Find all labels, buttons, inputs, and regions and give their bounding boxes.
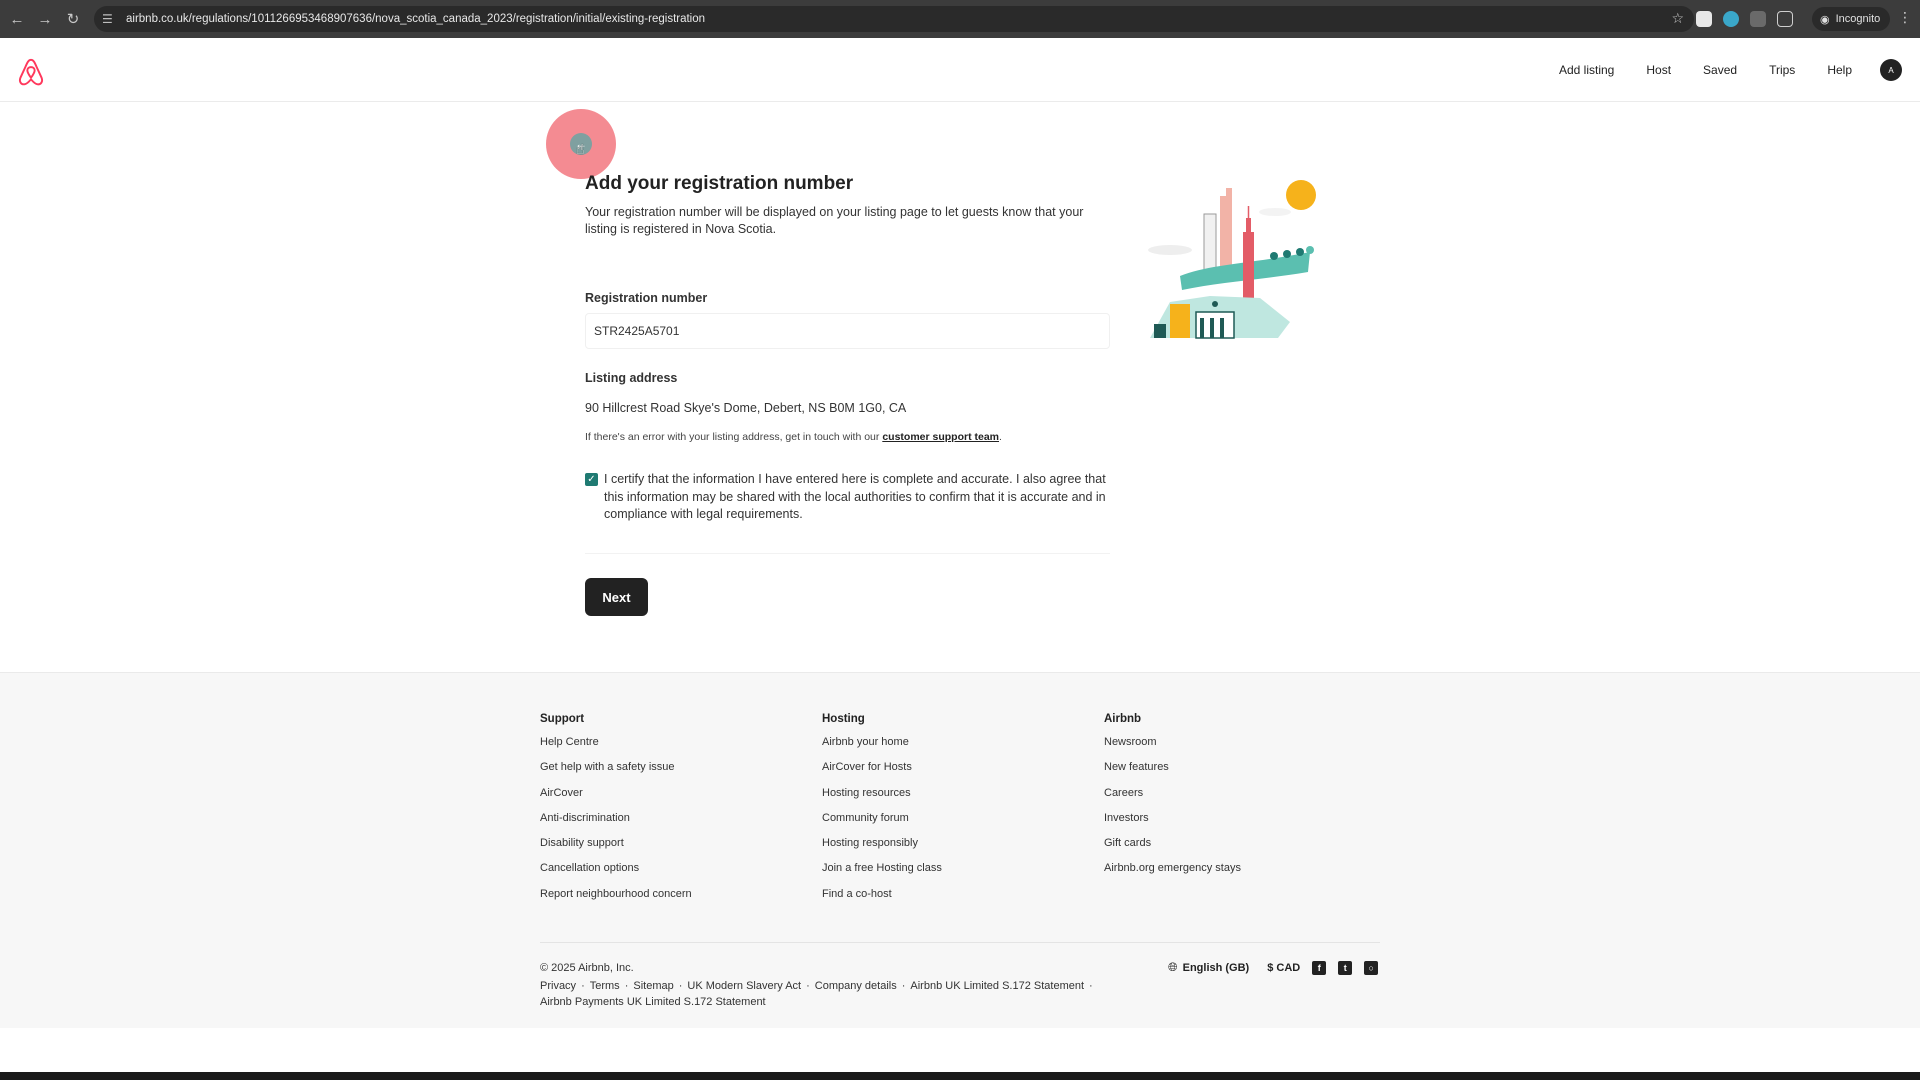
facebook-icon[interactable]: f xyxy=(1312,960,1327,975)
footer-link[interactable]: Hosting responsibly xyxy=(822,837,942,862)
browser-menu-icon[interactable]: ⋮ xyxy=(1898,10,1912,24)
page-description: Your registration number will be display… xyxy=(585,205,1084,236)
footer-link[interactable]: Airbnb your home xyxy=(822,736,942,761)
legal-links: Privacy · Terms · Sitemap · UK Modern Slavery … xyxy=(540,980,1093,1008)
instagram-icon[interactable]: ○ xyxy=(1364,960,1379,975)
support-note: If there's an error with your listing ad… xyxy=(585,431,1002,443)
footer-link[interactable]: Newsroom xyxy=(1104,736,1241,761)
divider xyxy=(585,553,1110,554)
support-note-suffix: . xyxy=(999,431,1002,443)
footer-link[interactable]: Anti-discrimination xyxy=(540,812,692,837)
site-header: Add listing Host Saved Trips Help A xyxy=(0,38,1920,102)
footer-column-hosting: Hosting Airbnb your home AirCover for Ho… xyxy=(822,713,942,913)
next-button[interactable]: Next xyxy=(585,578,648,616)
footer-link[interactable]: AirCover xyxy=(540,787,692,812)
footer-link[interactable]: Find a co-host xyxy=(822,888,942,913)
footer-link[interactable]: Report neighbourhood concern xyxy=(540,888,692,913)
legal-link-company-details[interactable]: Company details xyxy=(815,980,897,992)
legal-link-terms[interactable]: Terms xyxy=(590,980,620,992)
footer-column-airbnb: Airbnb Newsroom New features Careers Inv… xyxy=(1104,713,1241,888)
forward-icon[interactable]: → xyxy=(32,6,58,32)
footer-preferences: 🌐︎ English (GB) $ CAD f t ○ xyxy=(1168,960,1379,975)
page-title: Add your registration number xyxy=(585,173,854,194)
footer-link[interactable]: New features xyxy=(1104,761,1241,786)
address-bar[interactable]: ☰ airbnb.co.uk/regulations/1011266953468… xyxy=(94,6,1694,32)
footer-link[interactable]: Get help with a safety issue xyxy=(540,761,692,786)
airbnb-logo-icon[interactable] xyxy=(18,58,44,86)
globe-icon[interactable]: 🌐︎ xyxy=(1168,960,1178,975)
footer-link[interactable]: Help Centre xyxy=(540,736,692,761)
footer-link[interactable]: Gift cards xyxy=(1104,837,1241,862)
url-text: airbnb.co.uk/regulations/101126695346890… xyxy=(126,13,706,25)
nav-help[interactable]: Help xyxy=(1827,63,1852,77)
browser-toolbar: ← → ↻ ☰ airbnb.co.uk/regulations/1011266… xyxy=(0,0,1920,38)
footer-column-title: Airbnb xyxy=(1104,713,1142,725)
twitter-icon[interactable]: t xyxy=(1338,960,1353,975)
footer-link[interactable]: Investors xyxy=(1104,812,1241,837)
incognito-indicator[interactable]: ◉ Incognito xyxy=(1812,7,1891,31)
extension-icon[interactable] xyxy=(1723,11,1739,27)
incognito-icon: ◉ xyxy=(1820,13,1830,26)
reload-icon[interactable]: ↻ xyxy=(60,6,86,32)
legal-link-uk-statement[interactable]: Airbnb UK Limited S.172 Statement xyxy=(910,980,1084,992)
footer-link[interactable]: Community forum xyxy=(822,812,942,837)
extensions-puzzle-icon[interactable] xyxy=(1777,11,1793,27)
support-note-prefix: If there's an error with your listing ad… xyxy=(585,431,883,443)
listing-address-value: 90 Hillcrest Road Skye's Dome, Debert, N… xyxy=(585,401,907,415)
legal-link-payments-statement[interactable]: Airbnb Payments UK Limited S.172 Stateme… xyxy=(540,996,766,1008)
incognito-label: Incognito xyxy=(1835,13,1881,25)
certify-text: I certify that the information I have en… xyxy=(604,472,1106,521)
footer-column-title: Hosting xyxy=(822,713,865,725)
nav-host[interactable]: Host xyxy=(1646,63,1671,77)
copyright: © 2025 Airbnb, Inc. xyxy=(540,962,634,974)
nav-trips[interactable]: Trips xyxy=(1769,63,1795,77)
back-icon[interactable]: ← xyxy=(4,6,30,32)
extension-icon[interactable] xyxy=(1750,11,1766,27)
extension-icon[interactable] xyxy=(1696,11,1712,27)
taskbar xyxy=(0,1072,1920,1080)
nav-saved[interactable]: Saved xyxy=(1703,63,1737,77)
legal-link-privacy[interactable]: Privacy xyxy=(540,980,576,992)
registration-number-input[interactable] xyxy=(585,313,1110,349)
legal-link-modern-slavery[interactable]: UK Modern Slavery Act xyxy=(687,980,801,992)
registration-number-label: Registration number xyxy=(585,291,708,305)
avatar[interactable]: A xyxy=(1880,59,1902,81)
footer-link[interactable]: Careers xyxy=(1104,787,1241,812)
nav-add-listing[interactable]: Add listing xyxy=(1559,63,1614,77)
mouse-cursor-icon: ☝ xyxy=(576,141,585,157)
legal-link-sitemap[interactable]: Sitemap xyxy=(633,980,673,992)
language-selector[interactable]: English (GB) xyxy=(1183,962,1250,974)
certify-checkbox[interactable]: ✓ xyxy=(585,473,598,486)
footer-link[interactable]: AirCover for Hosts xyxy=(822,761,942,786)
site-footer: Support Help Centre Get help with a safe… xyxy=(0,672,1920,1028)
top-navigation: Add listing Host Saved Trips Help xyxy=(1559,38,1852,102)
listing-address-label: Listing address xyxy=(585,371,678,385)
bookmark-star-icon[interactable]: ☆ xyxy=(1671,10,1684,27)
footer-column-title: Support xyxy=(540,713,585,725)
city-illustration xyxy=(1148,180,1316,339)
site-settings-icon[interactable]: ☰ xyxy=(102,12,120,26)
currency-selector[interactable]: $ CAD xyxy=(1267,962,1300,974)
footer-link[interactable]: Cancellation options xyxy=(540,862,692,887)
footer-link[interactable]: Disability support xyxy=(540,837,692,862)
footer-column-support: Support Help Centre Get help with a safe… xyxy=(540,713,692,913)
customer-support-link[interactable]: customer support team xyxy=(882,431,999,443)
footer-link[interactable]: Hosting resources xyxy=(822,787,942,812)
footer-link[interactable]: Join a free Hosting class xyxy=(822,862,942,887)
footer-divider xyxy=(540,942,1380,943)
footer-link[interactable]: Airbnb.org emergency stays xyxy=(1104,862,1241,887)
